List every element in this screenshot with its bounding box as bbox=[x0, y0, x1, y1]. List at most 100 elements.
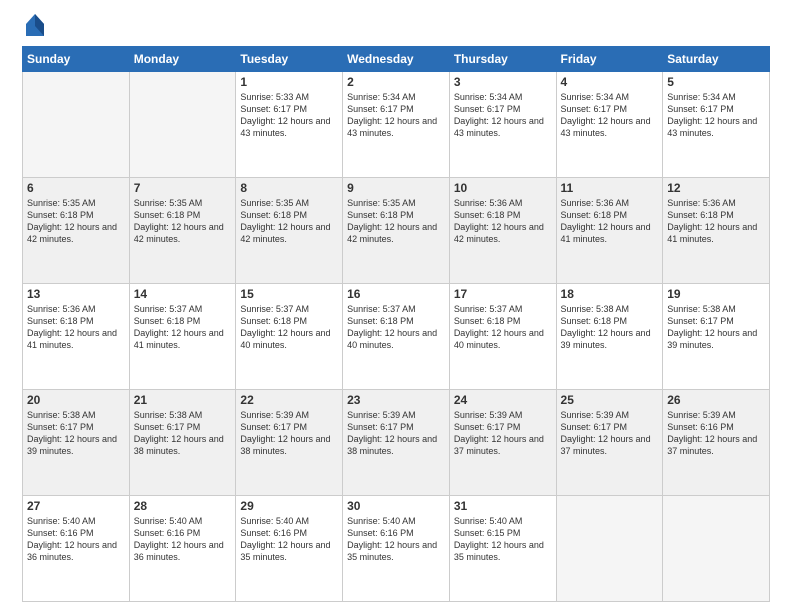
day-info: Sunrise: 5:37 AM Sunset: 6:18 PM Dayligh… bbox=[240, 303, 338, 352]
day-number: 28 bbox=[134, 499, 232, 513]
weekday-header-tuesday: Tuesday bbox=[236, 47, 343, 72]
day-number: 4 bbox=[561, 75, 659, 89]
day-info: Sunrise: 5:37 AM Sunset: 6:18 PM Dayligh… bbox=[134, 303, 232, 352]
calendar-cell: 23 Sunrise: 5:39 AM Sunset: 6:17 PM Dayli… bbox=[343, 390, 450, 496]
week-row-3: 13 Sunrise: 5:36 AM Sunset: 6:18 PM Dayli… bbox=[23, 284, 770, 390]
day-number: 2 bbox=[347, 75, 445, 89]
calendar-cell bbox=[23, 72, 130, 178]
day-info: Sunrise: 5:40 AM Sunset: 6:16 PM Dayligh… bbox=[27, 515, 125, 564]
day-info: Sunrise: 5:39 AM Sunset: 6:17 PM Dayligh… bbox=[347, 409, 445, 458]
day-number: 20 bbox=[27, 393, 125, 407]
day-number: 15 bbox=[240, 287, 338, 301]
day-info: Sunrise: 5:38 AM Sunset: 6:17 PM Dayligh… bbox=[27, 409, 125, 458]
week-row-5: 27 Sunrise: 5:40 AM Sunset: 6:16 PM Dayli… bbox=[23, 496, 770, 602]
day-info: Sunrise: 5:38 AM Sunset: 6:17 PM Dayligh… bbox=[667, 303, 765, 352]
day-number: 19 bbox=[667, 287, 765, 301]
calendar-cell: 19 Sunrise: 5:38 AM Sunset: 6:17 PM Dayli… bbox=[663, 284, 770, 390]
calendar-cell: 4 Sunrise: 5:34 AM Sunset: 6:17 PM Daylig… bbox=[556, 72, 663, 178]
calendar-cell bbox=[663, 496, 770, 602]
day-number: 14 bbox=[134, 287, 232, 301]
day-info: Sunrise: 5:40 AM Sunset: 6:15 PM Dayligh… bbox=[454, 515, 552, 564]
day-info: Sunrise: 5:39 AM Sunset: 6:17 PM Dayligh… bbox=[240, 409, 338, 458]
calendar-cell: 11Sunrise: 5:36 AM Sunset: 6:18 PM Dayli… bbox=[556, 178, 663, 284]
calendar-cell: 31 Sunrise: 5:40 AM Sunset: 6:15 PM Dayli… bbox=[449, 496, 556, 602]
day-number: 10 bbox=[454, 181, 552, 195]
day-info: Sunrise: 5:35 AM Sunset: 6:18 PM Dayligh… bbox=[134, 197, 232, 246]
calendar-cell: 5 Sunrise: 5:34 AM Sunset: 6:17 PM Daylig… bbox=[663, 72, 770, 178]
day-number: 30 bbox=[347, 499, 445, 513]
weekday-header-row: SundayMondayTuesdayWednesdayThursdayFrid… bbox=[23, 47, 770, 72]
calendar-cell: 18 Sunrise: 5:38 AM Sunset: 6:18 PM Dayli… bbox=[556, 284, 663, 390]
calendar-cell: 15 Sunrise: 5:37 AM Sunset: 6:18 PM Dayli… bbox=[236, 284, 343, 390]
day-number: 23 bbox=[347, 393, 445, 407]
day-info: Sunrise: 5:38 AM Sunset: 6:18 PM Dayligh… bbox=[561, 303, 659, 352]
calendar-cell: 30 Sunrise: 5:40 AM Sunset: 6:16 PM Dayli… bbox=[343, 496, 450, 602]
calendar-table: SundayMondayTuesdayWednesdayThursdayFrid… bbox=[22, 46, 770, 602]
day-number: 29 bbox=[240, 499, 338, 513]
week-row-4: 20 Sunrise: 5:38 AM Sunset: 6:17 PM Dayli… bbox=[23, 390, 770, 496]
day-number: 7 bbox=[134, 181, 232, 195]
day-info: Sunrise: 5:38 AM Sunset: 6:17 PM Dayligh… bbox=[134, 409, 232, 458]
day-info: Sunrise: 5:34 AM Sunset: 6:17 PM Dayligh… bbox=[667, 91, 765, 140]
calendar-cell: 12 Sunrise: 5:36 AM Sunset: 6:18 PM Dayli… bbox=[663, 178, 770, 284]
calendar-cell: 14 Sunrise: 5:37 AM Sunset: 6:18 PM Dayli… bbox=[129, 284, 236, 390]
day-number: 13 bbox=[27, 287, 125, 301]
day-info: Sunrise: 5:36 AM Sunset: 6:18 PM Dayligh… bbox=[454, 197, 552, 246]
calendar-cell: 21 Sunrise: 5:38 AM Sunset: 6:17 PM Dayli… bbox=[129, 390, 236, 496]
day-info: Sunrise: 5:40 AM Sunset: 6:16 PM Dayligh… bbox=[134, 515, 232, 564]
weekday-header-wednesday: Wednesday bbox=[343, 47, 450, 72]
day-number: 5 bbox=[667, 75, 765, 89]
day-number: 27 bbox=[27, 499, 125, 513]
day-number: 24 bbox=[454, 393, 552, 407]
day-number: 16 bbox=[347, 287, 445, 301]
weekday-header-sunday: Sunday bbox=[23, 47, 130, 72]
calendar-cell: 24 Sunrise: 5:39 AM Sunset: 6:17 PM Dayli… bbox=[449, 390, 556, 496]
calendar-cell: 20 Sunrise: 5:38 AM Sunset: 6:17 PM Dayli… bbox=[23, 390, 130, 496]
day-info: Sunrise: 5:34 AM Sunset: 6:17 PM Dayligh… bbox=[561, 91, 659, 140]
weekday-header-friday: Friday bbox=[556, 47, 663, 72]
calendar-cell: 13 Sunrise: 5:36 AM Sunset: 6:18 PM Dayli… bbox=[23, 284, 130, 390]
calendar-cell: 22 Sunrise: 5:39 AM Sunset: 6:17 PM Dayli… bbox=[236, 390, 343, 496]
day-info: Sunrise: 5:39 AM Sunset: 6:17 PM Dayligh… bbox=[454, 409, 552, 458]
day-number: 12 bbox=[667, 181, 765, 195]
calendar-cell bbox=[129, 72, 236, 178]
day-info: Sunrise: 5:36 AM Sunset: 6:18 PM Dayligh… bbox=[561, 197, 659, 246]
calendar-cell: 16 Sunrise: 5:37 AM Sunset: 6:18 PM Dayli… bbox=[343, 284, 450, 390]
day-number: 26 bbox=[667, 393, 765, 407]
day-number: 8 bbox=[240, 181, 338, 195]
calendar-cell: 10 Sunrise: 5:36 AM Sunset: 6:18 PM Dayli… bbox=[449, 178, 556, 284]
day-number: 18 bbox=[561, 287, 659, 301]
day-info: Sunrise: 5:37 AM Sunset: 6:18 PM Dayligh… bbox=[347, 303, 445, 352]
day-number: 31 bbox=[454, 499, 552, 513]
calendar-cell bbox=[556, 496, 663, 602]
day-number: 21 bbox=[134, 393, 232, 407]
day-number: 1 bbox=[240, 75, 338, 89]
calendar-cell: 2 Sunrise: 5:34 AM Sunset: 6:17 PM Daylig… bbox=[343, 72, 450, 178]
day-info: Sunrise: 5:34 AM Sunset: 6:17 PM Dayligh… bbox=[347, 91, 445, 140]
day-number: 9 bbox=[347, 181, 445, 195]
day-info: Sunrise: 5:36 AM Sunset: 6:18 PM Dayligh… bbox=[27, 303, 125, 352]
weekday-header-monday: Monday bbox=[129, 47, 236, 72]
day-info: Sunrise: 5:35 AM Sunset: 6:18 PM Dayligh… bbox=[347, 197, 445, 246]
day-number: 6 bbox=[27, 181, 125, 195]
weekday-header-thursday: Thursday bbox=[449, 47, 556, 72]
day-info: Sunrise: 5:39 AM Sunset: 6:16 PM Dayligh… bbox=[667, 409, 765, 458]
calendar-cell: 7 Sunrise: 5:35 AM Sunset: 6:18 PM Daylig… bbox=[129, 178, 236, 284]
day-info: Sunrise: 5:39 AM Sunset: 6:17 PM Dayligh… bbox=[561, 409, 659, 458]
calendar-cell: 1Sunrise: 5:33 AM Sunset: 6:17 PM Daylig… bbox=[236, 72, 343, 178]
day-info: Sunrise: 5:35 AM Sunset: 6:18 PM Dayligh… bbox=[240, 197, 338, 246]
day-info: Sunrise: 5:34 AM Sunset: 6:17 PM Dayligh… bbox=[454, 91, 552, 140]
calendar-cell: 3 Sunrise: 5:34 AM Sunset: 6:17 PM Daylig… bbox=[449, 72, 556, 178]
day-number: 22 bbox=[240, 393, 338, 407]
header bbox=[22, 18, 770, 36]
calendar-cell: 17Sunrise: 5:37 AM Sunset: 6:18 PM Dayli… bbox=[449, 284, 556, 390]
day-info: Sunrise: 5:36 AM Sunset: 6:18 PM Dayligh… bbox=[667, 197, 765, 246]
calendar-cell: 9 Sunrise: 5:35 AM Sunset: 6:18 PM Daylig… bbox=[343, 178, 450, 284]
day-info: Sunrise: 5:40 AM Sunset: 6:16 PM Dayligh… bbox=[347, 515, 445, 564]
logo-icon bbox=[26, 14, 44, 36]
calendar-cell: 27 Sunrise: 5:40 AM Sunset: 6:16 PM Dayli… bbox=[23, 496, 130, 602]
page: SundayMondayTuesdayWednesdayThursdayFrid… bbox=[0, 0, 792, 612]
calendar-cell: 29Sunrise: 5:40 AM Sunset: 6:16 PM Dayli… bbox=[236, 496, 343, 602]
day-number: 3 bbox=[454, 75, 552, 89]
day-number: 25 bbox=[561, 393, 659, 407]
